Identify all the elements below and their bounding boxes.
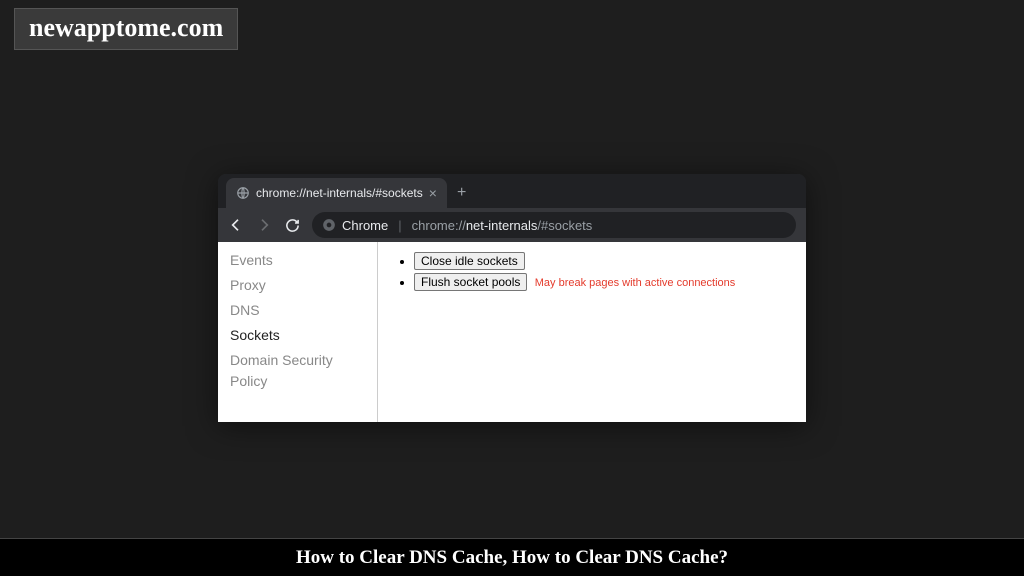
address-separator: | [394,218,405,233]
sidebar-item-proxy[interactable]: Proxy [218,273,377,298]
browser-toolbar: Chrome | chrome://net-internals/#sockets [218,208,806,242]
tab-title: chrome://net-internals/#sockets [256,186,423,200]
browser-tab[interactable]: chrome://net-internals/#sockets × [226,178,447,208]
chrome-icon [322,218,336,232]
flush-warning-text: May break pages with active connections [535,277,736,289]
flush-socket-pools-button[interactable]: Flush socket pools [414,273,527,291]
forward-button[interactable] [256,217,272,233]
sidebar: Events Proxy DNS Sockets Domain Security… [218,242,378,422]
back-button[interactable] [228,217,244,233]
list-item: Flush socket pools May break pages with … [414,273,788,291]
list-item: Close idle sockets [414,252,788,270]
close-idle-sockets-button[interactable]: Close idle sockets [414,252,525,270]
new-tab-button[interactable]: + [447,178,476,208]
address-bar[interactable]: Chrome | chrome://net-internals/#sockets [312,212,796,238]
main-panel: Close idle sockets Flush socket pools Ma… [378,242,806,422]
page-content: Events Proxy DNS Sockets Domain Security… [218,242,806,422]
address-scheme: Chrome [342,218,388,233]
site-watermark: newapptome.com [14,8,238,50]
sidebar-item-domain-security[interactable]: Domain Security Policy [218,348,377,394]
sidebar-item-dns[interactable]: DNS [218,298,377,323]
tab-strip: chrome://net-internals/#sockets × + [218,174,806,208]
browser-window: chrome://net-internals/#sockets × + Chro… [218,174,806,422]
globe-icon [236,186,250,200]
address-url: chrome://net-internals/#sockets [412,218,593,233]
sidebar-item-sockets[interactable]: Sockets [218,323,377,348]
close-tab-icon[interactable]: × [429,186,437,200]
reload-button[interactable] [284,218,300,233]
page-caption: How to Clear DNS Cache, How to Clear DNS… [0,538,1024,576]
sidebar-item-events[interactable]: Events [218,248,377,273]
